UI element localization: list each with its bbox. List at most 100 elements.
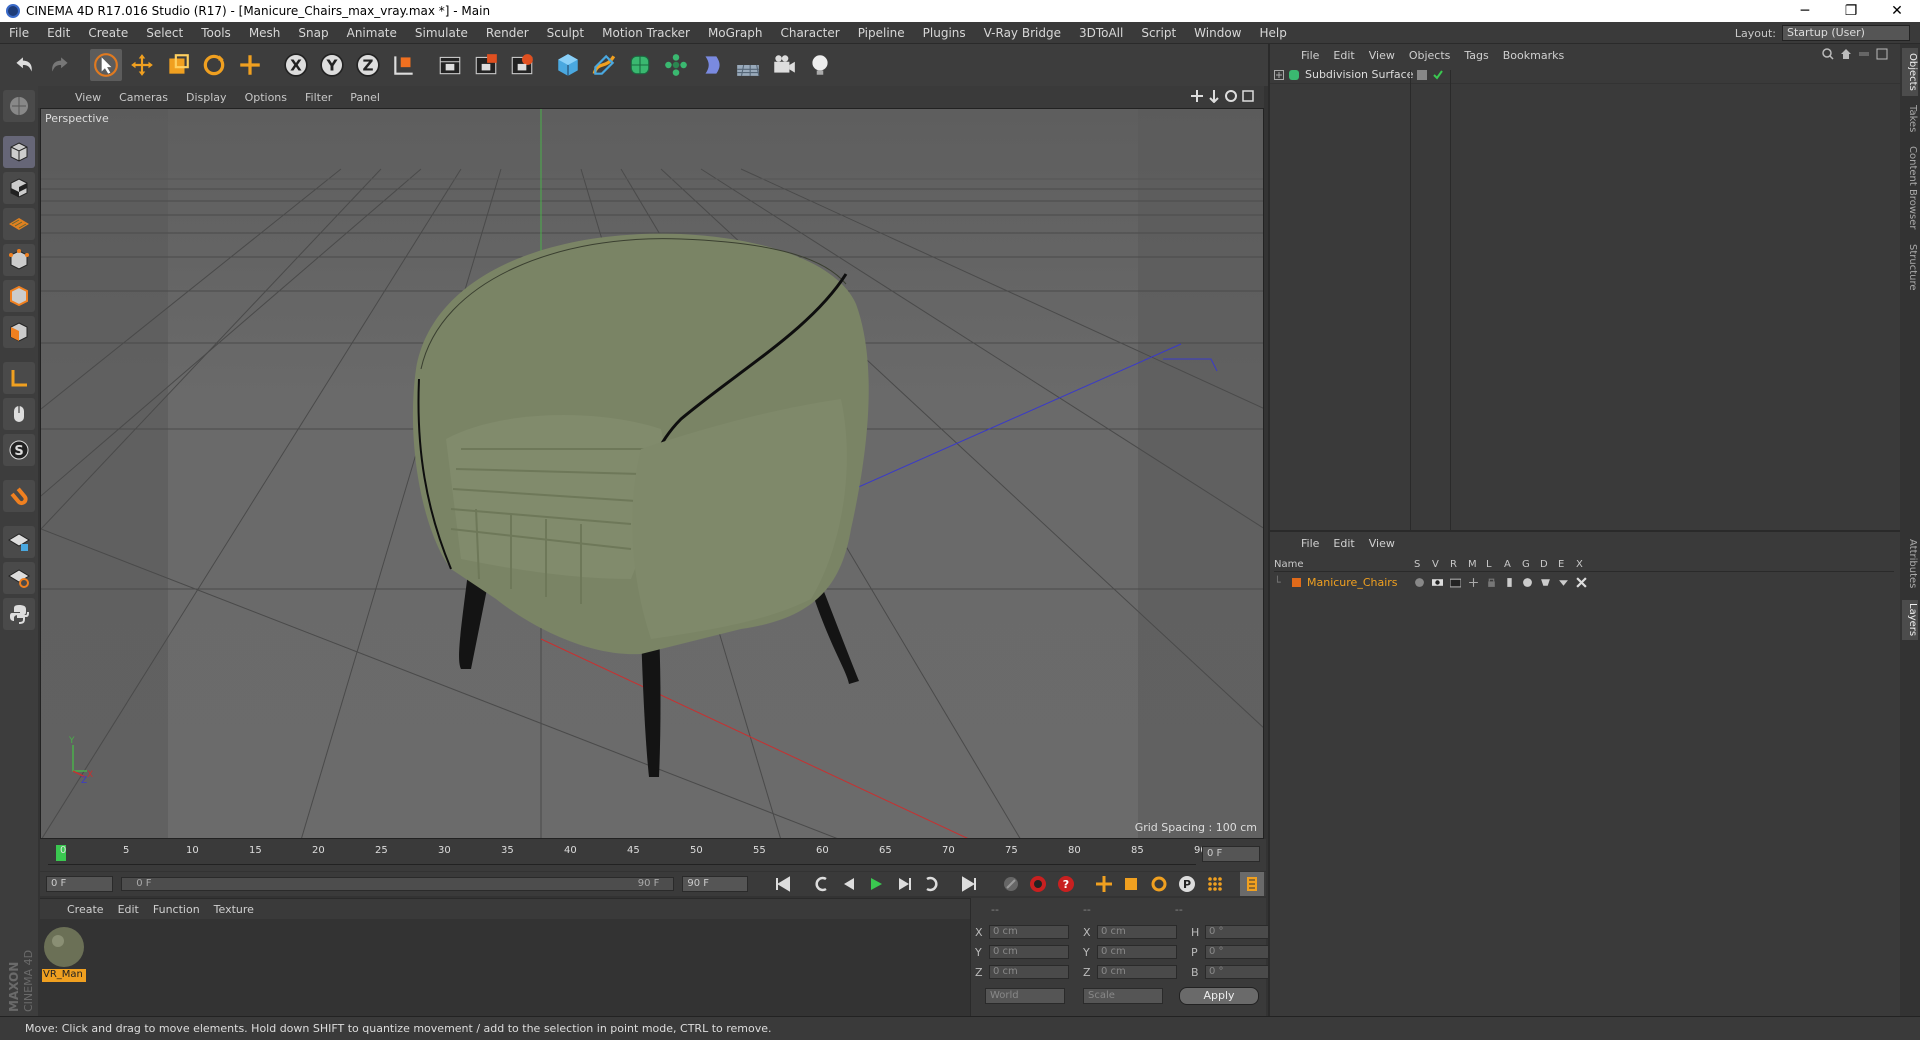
frame-range-slider[interactable]: 0 F 90 F bbox=[121, 877, 675, 891]
previous-key-icon[interactable] bbox=[809, 872, 833, 896]
coordinate-space-dropdown[interactable]: World bbox=[985, 988, 1065, 1004]
apply-button[interactable]: Apply bbox=[1179, 987, 1259, 1005]
layer-row[interactable]: └ Manicure_Chairs bbox=[1274, 574, 1894, 590]
menu-file[interactable]: File bbox=[0, 26, 38, 40]
viewport-menu-filter[interactable]: Filter bbox=[296, 91, 341, 104]
menu-simulate[interactable]: Simulate bbox=[406, 26, 477, 40]
layers-menu-view[interactable]: View bbox=[1362, 537, 1402, 550]
tab-layers[interactable]: Layers bbox=[1902, 600, 1918, 640]
go-to-end-icon[interactable] bbox=[957, 872, 981, 896]
col-header-expressions[interactable]: E bbox=[1558, 559, 1576, 570]
model-mode-icon[interactable] bbox=[3, 136, 35, 168]
polygons-mode-icon[interactable] bbox=[3, 316, 35, 348]
viewport-menu-view[interactable]: View bbox=[66, 91, 110, 104]
layout-dropdown[interactable]: Startup (User) bbox=[1782, 25, 1910, 41]
material-menu-texture[interactable]: Texture bbox=[207, 903, 261, 916]
viewport-menu-cameras[interactable]: Cameras bbox=[110, 91, 177, 104]
live-select-icon[interactable] bbox=[234, 49, 266, 81]
menu-script[interactable]: Script bbox=[1132, 26, 1185, 40]
menu-snap[interactable]: Snap bbox=[289, 26, 337, 40]
layer-tag-icon[interactable] bbox=[1416, 69, 1428, 81]
zoom-view-icon[interactable] bbox=[1208, 89, 1220, 103]
menu-mograph[interactable]: MoGraph bbox=[699, 26, 772, 40]
size-z-field[interactable]: 0 cm bbox=[1097, 965, 1177, 979]
material-menu-edit[interactable]: Edit bbox=[111, 903, 146, 916]
objects-menu-tags[interactable]: Tags bbox=[1457, 49, 1495, 62]
menu-select[interactable]: Select bbox=[137, 26, 192, 40]
x-axis-icon[interactable]: X bbox=[280, 49, 312, 81]
lock-workplane-icon[interactable] bbox=[3, 526, 35, 558]
light-icon[interactable] bbox=[804, 49, 836, 81]
layer-manager-icon[interactable] bbox=[1468, 577, 1479, 588]
start-frame-field[interactable]: 0 F bbox=[46, 876, 114, 892]
perspective-viewport[interactable]: Y X Z Perspective Grid Spacing : 100 cm bbox=[40, 108, 1264, 839]
layer-solo-icon[interactable] bbox=[1414, 577, 1425, 588]
material-swatch[interactable]: VR_Man bbox=[42, 925, 86, 983]
next-key-icon[interactable] bbox=[920, 872, 944, 896]
new-view-icon[interactable] bbox=[1858, 48, 1870, 60]
viewport-menu-options[interactable]: Options bbox=[236, 91, 296, 104]
position-x-field[interactable]: 0 cm bbox=[989, 925, 1069, 939]
expand-icon[interactable] bbox=[1876, 48, 1888, 60]
snap-icon[interactable]: S bbox=[3, 434, 35, 466]
menu-tools[interactable]: Tools bbox=[192, 26, 240, 40]
menu-vray-bridge[interactable]: V-Ray Bridge bbox=[975, 26, 1070, 40]
size-y-field[interactable]: 0 cm bbox=[1097, 945, 1177, 959]
layer-name[interactable]: Manicure_Chairs bbox=[1307, 576, 1414, 589]
tweak-mode-icon[interactable] bbox=[3, 398, 35, 430]
redo-icon[interactable] bbox=[44, 49, 76, 81]
cube-icon[interactable] bbox=[552, 49, 584, 81]
objects-menu-bookmarks[interactable]: Bookmarks bbox=[1496, 49, 1571, 62]
pen-icon[interactable] bbox=[588, 49, 620, 81]
maximize-view-icon[interactable] bbox=[1242, 89, 1254, 103]
col-header-xrefs[interactable]: X bbox=[1576, 559, 1594, 570]
material-menu-create[interactable]: Create bbox=[60, 903, 111, 916]
timeline-ruler[interactable]: 0 5 10 15 20 25 30 35 40 45 50 55 60 65 … bbox=[40, 839, 1266, 871]
texture-mode-icon[interactable] bbox=[3, 172, 35, 204]
record-keys-icon[interactable] bbox=[999, 872, 1023, 896]
python-icon[interactable] bbox=[3, 598, 35, 630]
key-rotation-icon[interactable] bbox=[1147, 872, 1171, 896]
layers-menu-edit[interactable]: Edit bbox=[1326, 537, 1361, 550]
select-arrow-icon[interactable] bbox=[90, 49, 122, 81]
layer-expressions-icon[interactable] bbox=[1558, 577, 1569, 588]
home-icon[interactable] bbox=[1840, 48, 1852, 60]
scale-icon[interactable] bbox=[162, 49, 194, 81]
keyframe-selection-icon[interactable]: ? bbox=[1054, 872, 1078, 896]
object-name[interactable]: Subdivision Surface bbox=[1305, 68, 1413, 81]
magnet-icon[interactable] bbox=[3, 480, 35, 512]
menu-window[interactable]: Window bbox=[1185, 26, 1250, 40]
viewport-menu-panel[interactable]: Panel bbox=[341, 91, 389, 104]
layers-menu-file[interactable]: File bbox=[1294, 537, 1326, 550]
menu-help[interactable]: Help bbox=[1250, 26, 1295, 40]
tab-objects[interactable]: Objects bbox=[1902, 48, 1918, 96]
z-axis-icon[interactable]: Z bbox=[352, 49, 384, 81]
layer-render-icon[interactable] bbox=[1450, 577, 1461, 588]
material-menu-function[interactable]: Function bbox=[146, 903, 207, 916]
col-header-solo[interactable]: S bbox=[1414, 559, 1432, 570]
points-mode-icon[interactable] bbox=[3, 244, 35, 276]
deformer-icon[interactable] bbox=[696, 49, 728, 81]
tab-takes[interactable]: Takes bbox=[1902, 102, 1918, 136]
timeline-window-icon[interactable] bbox=[1240, 872, 1264, 896]
tab-structure[interactable]: Structure bbox=[1902, 240, 1918, 294]
undo-icon[interactable] bbox=[8, 49, 40, 81]
key-position-icon[interactable] bbox=[1092, 872, 1116, 896]
menu-create[interactable]: Create bbox=[79, 26, 137, 40]
objects-menu-objects[interactable]: Objects bbox=[1402, 49, 1458, 62]
axis-mode-icon[interactable] bbox=[3, 362, 35, 394]
expand-toggle-icon[interactable] bbox=[1274, 69, 1284, 80]
planar-workplane-icon[interactable] bbox=[3, 562, 35, 594]
edges-mode-icon[interactable] bbox=[3, 280, 35, 312]
close-button[interactable]: ✕ bbox=[1874, 0, 1920, 22]
menu-plugins[interactable]: Plugins bbox=[914, 26, 975, 40]
rotate-icon[interactable] bbox=[198, 49, 230, 81]
enabled-check-icon[interactable] bbox=[1432, 69, 1444, 81]
menu-motion-tracker[interactable]: Motion Tracker bbox=[593, 26, 699, 40]
object-row[interactable]: Subdivision Surface bbox=[1270, 66, 1902, 84]
objects-menu-edit[interactable]: Edit bbox=[1326, 49, 1361, 62]
render-view-icon[interactable] bbox=[434, 49, 466, 81]
rotate-view-icon[interactable] bbox=[1225, 89, 1237, 103]
menu-3dtoall[interactable]: 3DToAll bbox=[1070, 26, 1132, 40]
make-editable-icon[interactable] bbox=[3, 90, 35, 122]
